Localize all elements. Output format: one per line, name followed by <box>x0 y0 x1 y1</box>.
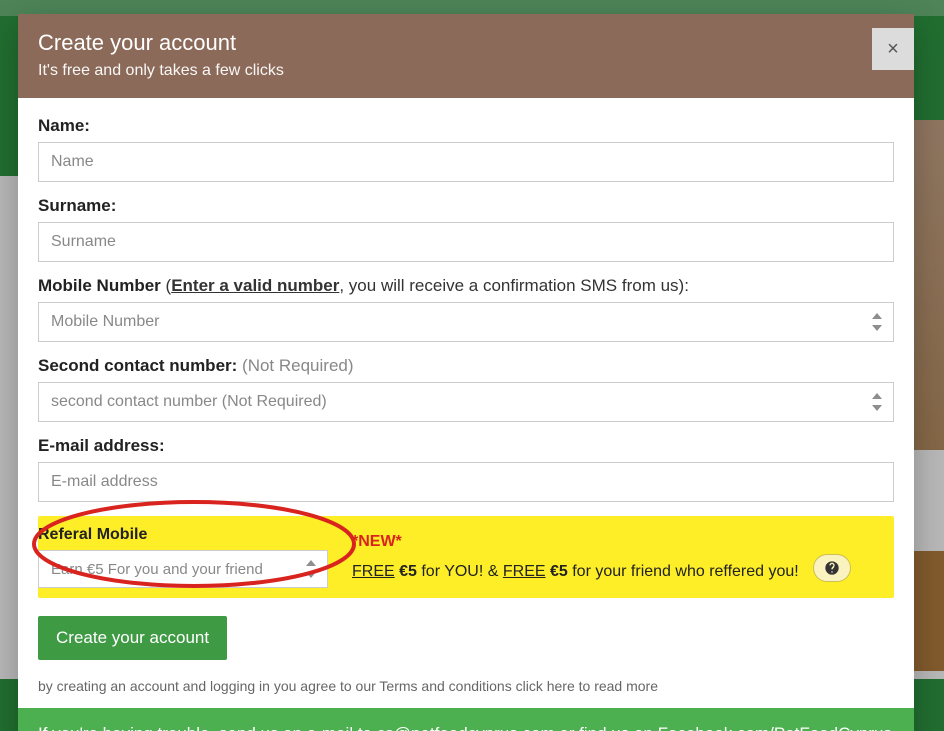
close-icon: × <box>887 38 899 60</box>
second-contact-group: Second contact number: (Not Required) <box>38 356 894 422</box>
new-badge: *NEW* <box>352 533 402 550</box>
second-contact-label: Second contact number: (Not Required) <box>38 356 894 376</box>
name-label: Name: <box>38 116 894 136</box>
name-input[interactable] <box>38 142 894 182</box>
modal-body: Name: Surname: Mobile Number (Enter a va… <box>18 98 914 708</box>
email-label: E-mail address: <box>38 436 894 456</box>
referral-free2: FREE <box>503 563 546 580</box>
create-account-modal: Create your account It's free and only t… <box>18 14 914 731</box>
close-button[interactable]: × <box>872 28 914 70</box>
referral-help-button[interactable] <box>813 554 851 582</box>
referral-mobile-input[interactable] <box>38 550 328 588</box>
question-icon <box>824 560 840 576</box>
referral-amt2: €5 <box>546 563 573 580</box>
surname-input[interactable] <box>38 222 894 262</box>
terms-text[interactable]: by creating an account and logging in yo… <box>38 678 894 694</box>
name-group: Name: <box>38 116 894 182</box>
email-group: E-mail address: <box>38 436 894 502</box>
mobile-label-paren-rest: , you will receive a confirmation SMS fr… <box>339 276 689 295</box>
surname-group: Surname: <box>38 196 894 262</box>
referral-left: Referal Mobile <box>38 526 338 588</box>
referral-amt1: €5 <box>395 563 422 580</box>
modal-footer: If you're having trouble, send us an e-m… <box>18 708 914 731</box>
referral-free1: FREE <box>352 563 395 580</box>
mobile-input[interactable] <box>38 302 894 342</box>
create-account-button[interactable]: Create your account <box>38 616 227 660</box>
mobile-group: Mobile Number (Enter a valid number, you… <box>38 276 894 342</box>
modal-title: Create your account <box>38 30 894 56</box>
modal-subtitle: It's free and only takes a few clicks <box>38 62 894 80</box>
referral-label: Referal Mobile <box>38 526 338 544</box>
second-contact-label-light: (Not Required) <box>242 356 354 375</box>
mobile-label: Mobile Number (Enter a valid number, you… <box>38 276 894 296</box>
referral-mid2: for your friend who reffered you! <box>572 563 799 580</box>
referral-row: Referal Mobile *NEW* FREE €5 for YOU! & … <box>38 516 894 598</box>
second-contact-label-main: Second contact number: <box>38 356 242 375</box>
footer-text: If you're having trouble, send us an e-m… <box>38 724 892 731</box>
modal-header: Create your account It's free and only t… <box>18 14 914 98</box>
second-contact-input[interactable] <box>38 382 894 422</box>
mobile-valid-number-link[interactable]: Enter a valid number <box>171 276 339 295</box>
mobile-label-paren-open: ( <box>161 276 171 295</box>
referral-promo-text: *NEW* FREE €5 for YOU! & FREE €5 for you… <box>352 531 851 583</box>
referral-mid1: for YOU! & <box>421 563 503 580</box>
email-input[interactable] <box>38 462 894 502</box>
surname-label: Surname: <box>38 196 894 216</box>
mobile-label-prefix: Mobile Number <box>38 276 161 295</box>
